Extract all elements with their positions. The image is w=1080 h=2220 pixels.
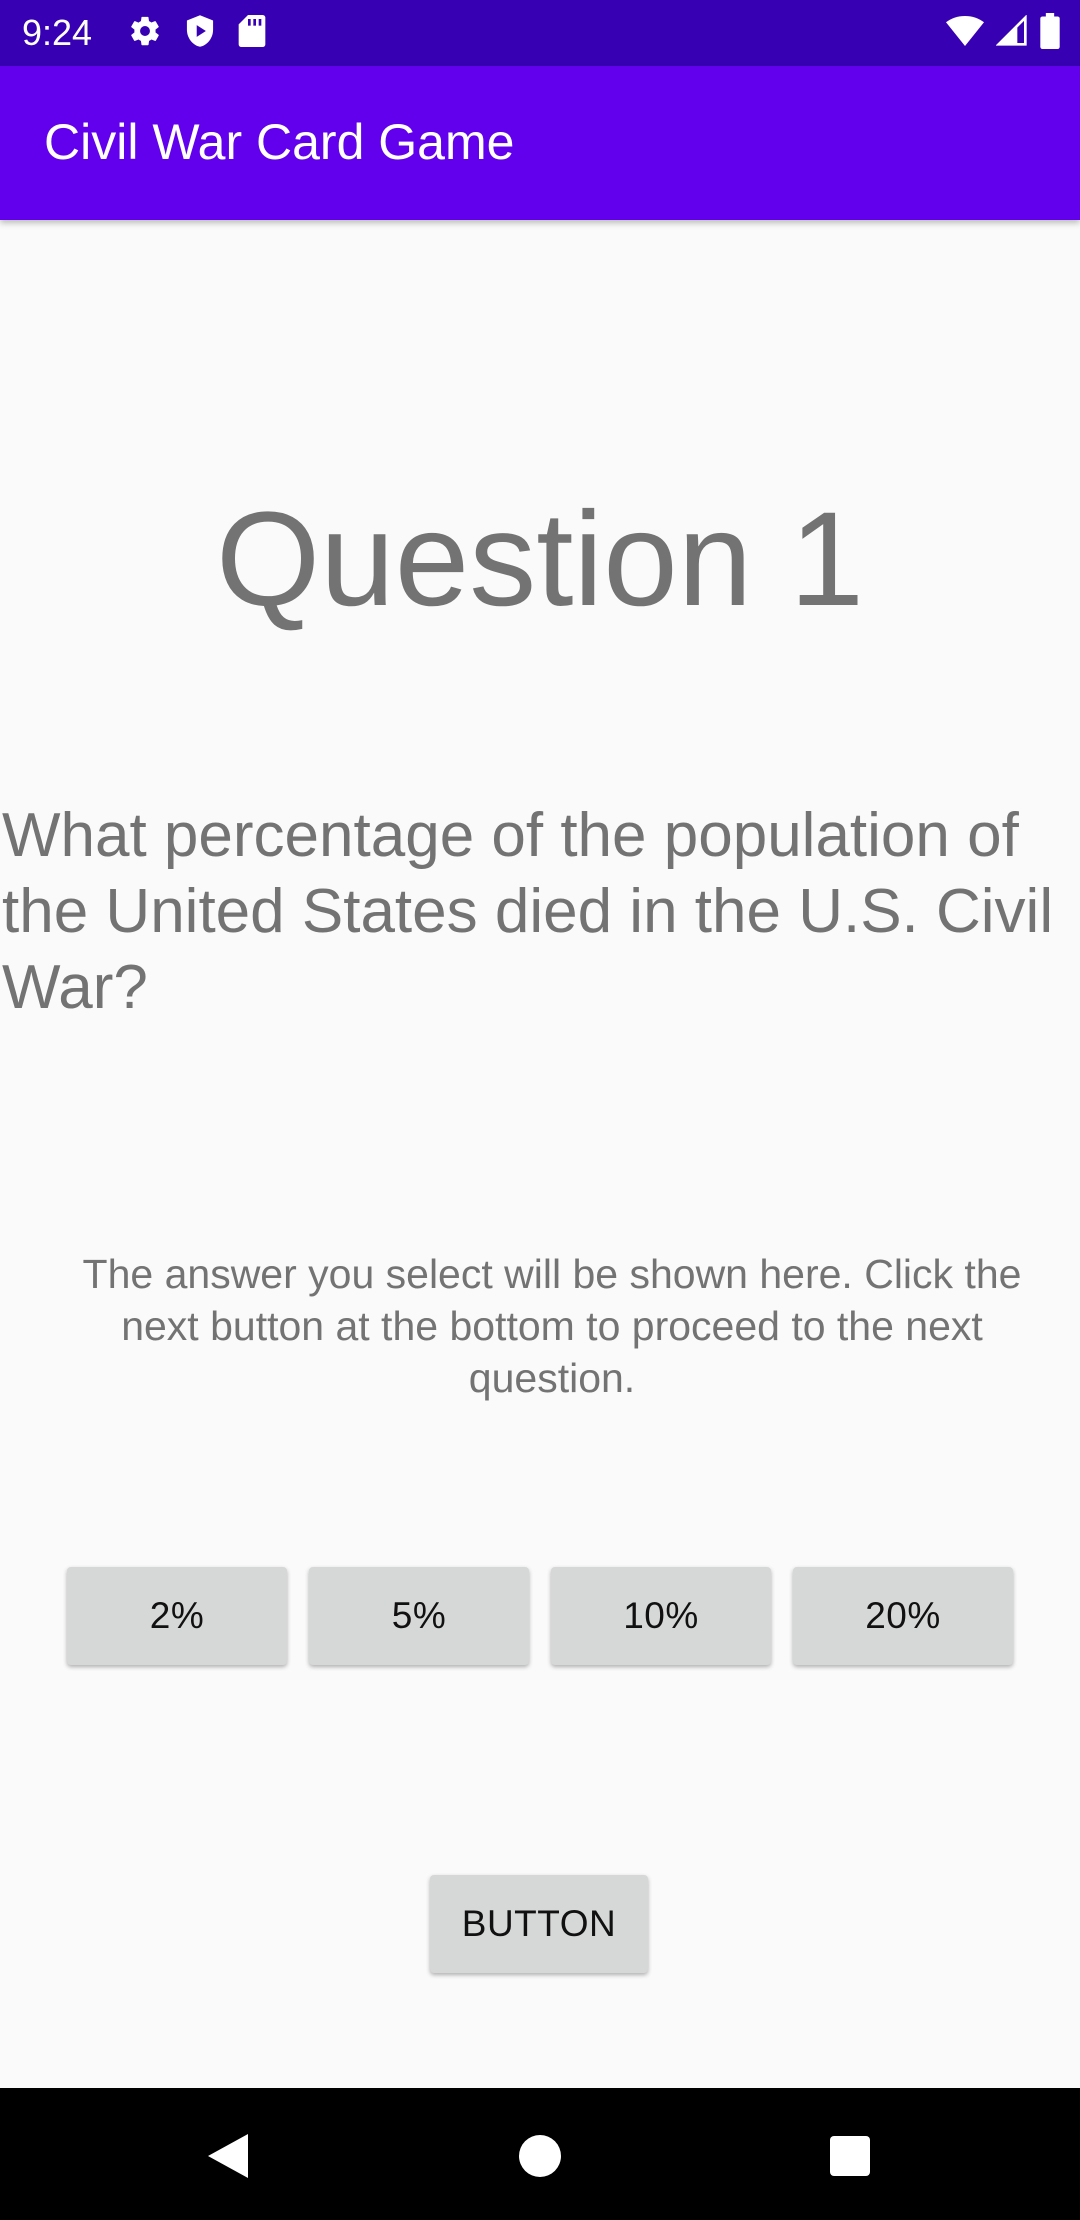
- back-icon[interactable]: [206, 2134, 250, 2178]
- navigation-bar: [0, 2088, 1080, 2220]
- app-bar: Civil War Card Game: [0, 66, 1080, 220]
- option-button-10-percent[interactable]: 10%: [551, 1567, 771, 1665]
- cell-signal-icon: [995, 13, 1028, 52]
- option-button-5-percent[interactable]: 5%: [309, 1567, 529, 1665]
- app-title: Civil War Card Game: [44, 114, 515, 170]
- sd-card-icon: [238, 14, 266, 52]
- recents-icon[interactable]: [828, 2134, 872, 2178]
- next-button[interactable]: BUTTON: [430, 1875, 648, 1973]
- option-button-2-percent[interactable]: 2%: [67, 1567, 287, 1665]
- home-icon[interactable]: [518, 2134, 562, 2178]
- battery-icon: [1040, 12, 1060, 54]
- status-right-icons: [946, 12, 1060, 54]
- answer-display-text: The answer you select will be shown here…: [82, 1251, 1022, 1401]
- question-heading: Question 1: [215, 485, 865, 634]
- gear-icon: [128, 14, 162, 53]
- question-text: What percentage of the population of the…: [2, 801, 1054, 1022]
- status-bar: 9:24: [0, 0, 1080, 66]
- shield-play-icon: [184, 14, 216, 53]
- wifi-icon: [946, 15, 984, 52]
- option-button-20-percent[interactable]: 20%: [793, 1567, 1013, 1665]
- status-left-icons: [128, 14, 266, 52]
- status-time: 9:24: [22, 12, 93, 53]
